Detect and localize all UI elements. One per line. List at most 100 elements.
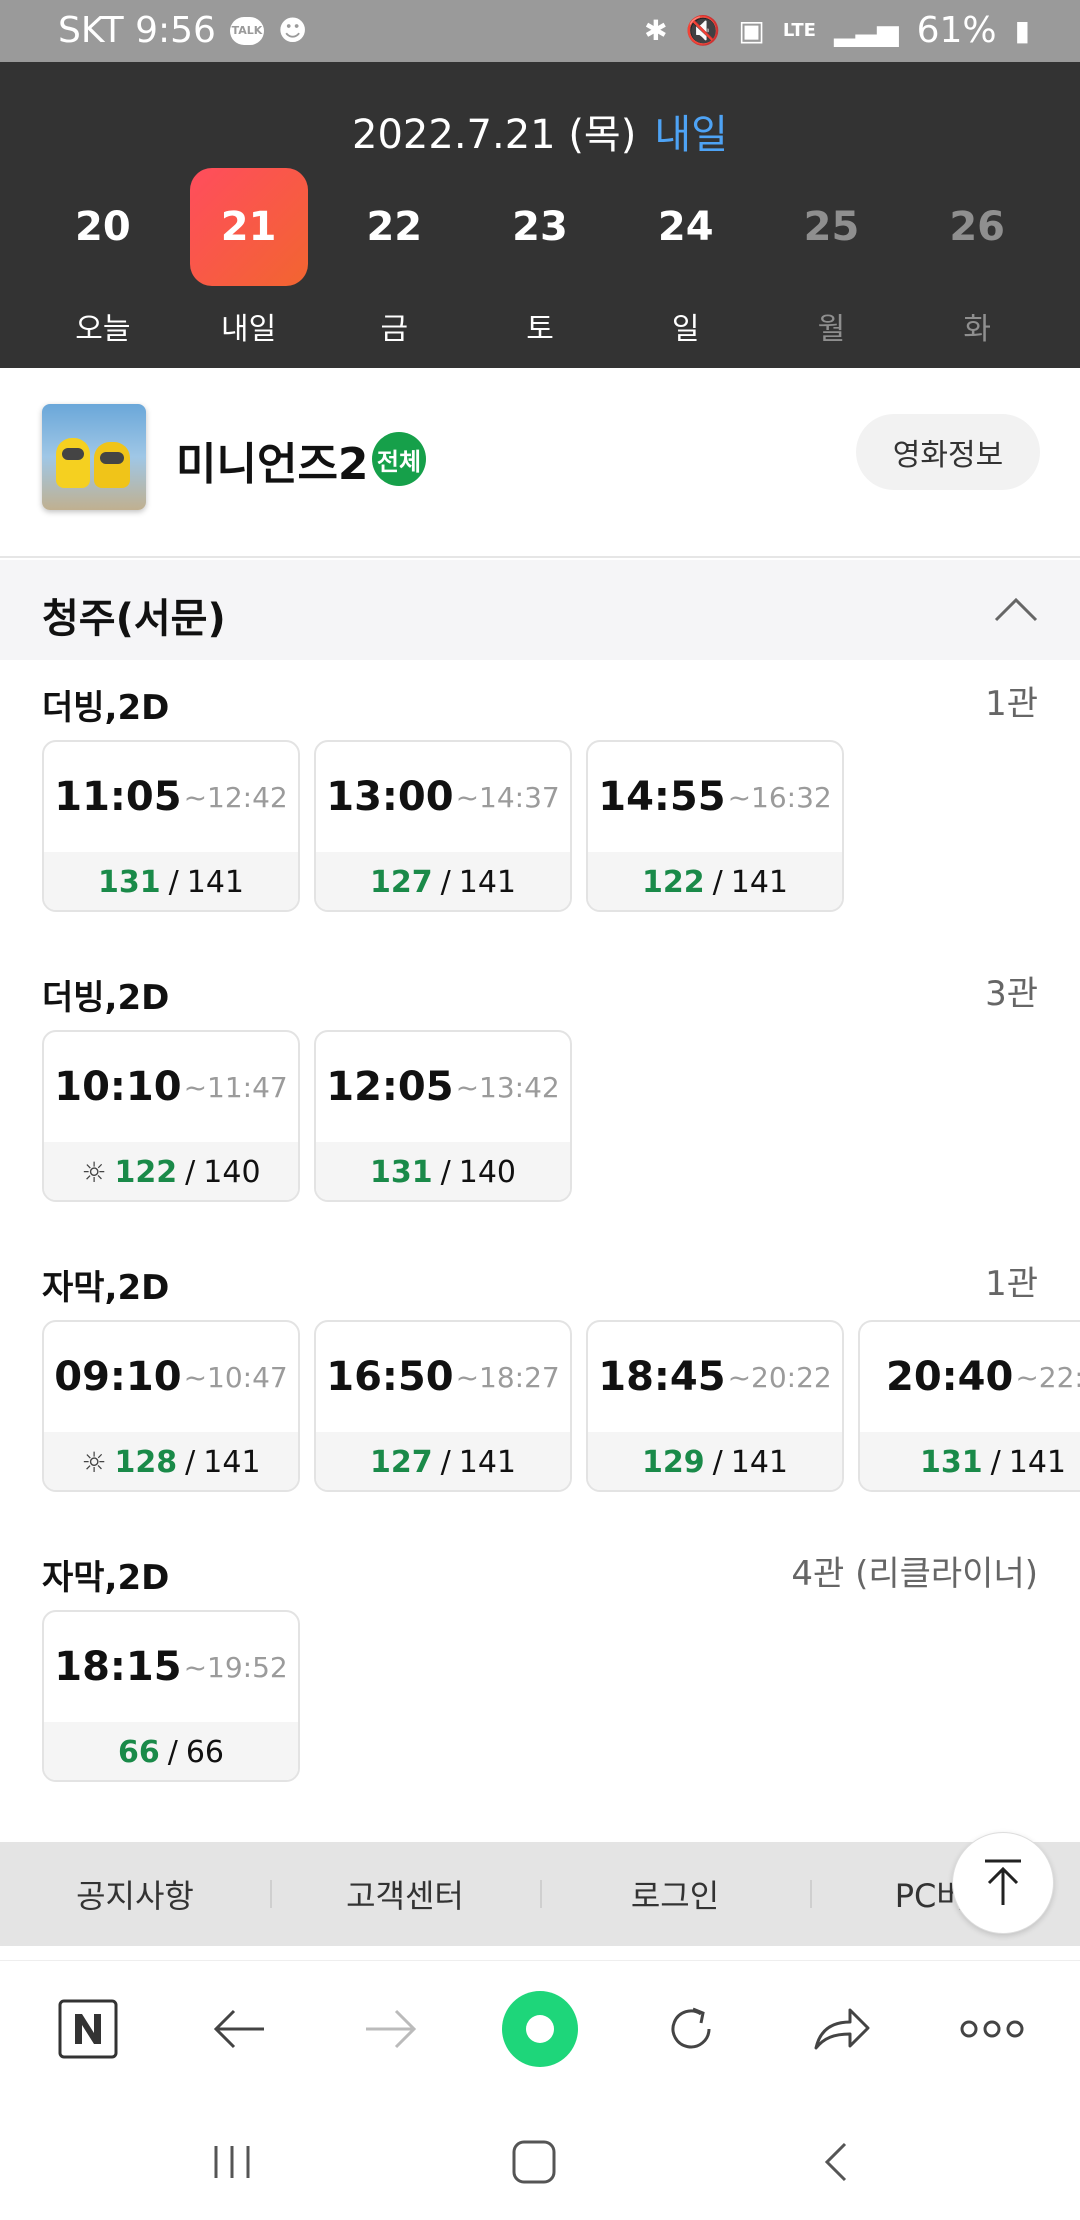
end-time: ~11:47: [183, 1070, 288, 1104]
person-icon: ☻: [277, 14, 308, 47]
hall-name: 4관 (리클라이너): [791, 1554, 1038, 1594]
day-label: 내일: [220, 312, 277, 347]
forward-arrow-icon: [366, 2009, 417, 2049]
morning-sun-icon: ☼: [81, 1445, 107, 1479]
kakao-talk-icon: TALK: [229, 16, 264, 45]
more-icon: [960, 2020, 1024, 2038]
back-button[interactable]: [200, 1989, 280, 2069]
naver-n-icon: [58, 1999, 118, 2059]
day-24[interactable]: 24 일: [613, 168, 759, 348]
date-header: 2022.7.21 (목) 내일 20 오늘 21 내일 22 금 23 토 24 일 25…: [0, 62, 1080, 368]
total-seats: 140: [203, 1154, 261, 1190]
back-arrow-icon: [213, 2009, 264, 2049]
battery-percent: 61%: [916, 10, 997, 51]
forward-button[interactable]: [350, 1989, 430, 2069]
poster-goggle: [100, 452, 124, 464]
share-button[interactable]: [802, 1989, 882, 2069]
day-number: 26: [949, 204, 1005, 250]
carrier-time: SKT 9:56: [58, 10, 216, 51]
reload-icon: [671, 2007, 711, 2049]
recents-button[interactable]: [202, 2132, 262, 2192]
selected-date-title: 2022.7.21 (목) 내일: [0, 102, 1080, 160]
mute-icon: 🔇: [685, 14, 721, 47]
day-number: 23: [512, 204, 568, 250]
scroll-to-top-button[interactable]: [952, 1832, 1054, 1934]
showtime-card[interactable]: 18:15 ~19:52 66/66: [42, 1610, 300, 1782]
day-26[interactable]: 26 화: [904, 168, 1050, 348]
end-time: ~12:42: [183, 780, 288, 814]
day-23[interactable]: 23 토: [467, 168, 613, 348]
showtime-card[interactable]: 11:05 ~12:42 131/141: [42, 740, 300, 912]
screening-format: 더빙,2D: [42, 688, 170, 728]
movie-header: 미니언즈2 전체 영화정보: [0, 368, 1080, 558]
movie-info-button[interactable]: 영화정보: [856, 414, 1040, 490]
start-time: 18:15: [54, 1644, 182, 1690]
battery-saver-icon: ▣: [738, 14, 765, 47]
notice-link[interactable]: 공지사항: [0, 1842, 270, 1946]
showtime-card[interactable]: 10:10 ~11:47 ☼ 122/140: [42, 1030, 300, 1202]
hall-name: 3관: [985, 974, 1038, 1014]
section-header: 더빙,2D 1관: [42, 676, 1038, 728]
total-seats: 66: [185, 1734, 225, 1770]
total-seats: 141: [203, 1444, 261, 1480]
battery-icon: ▮: [1014, 14, 1030, 47]
total-seats: 140: [458, 1154, 516, 1190]
showtime-card[interactable]: 16:50 ~18:27 127/141: [314, 1320, 572, 1492]
start-time: 10:10: [54, 1064, 182, 1110]
reload-button[interactable]: [651, 1989, 731, 2069]
showtime-card[interactable]: 18:45 ~20:22 129/141: [586, 1320, 844, 1492]
start-time: 11:05: [54, 774, 182, 820]
customer-center-link[interactable]: 고객센터: [270, 1842, 540, 1946]
day-label: 월: [817, 312, 846, 347]
movie-poster[interactable]: [42, 404, 146, 510]
showtime-card[interactable]: 14:55 ~16:32 122/141: [586, 740, 844, 912]
day-22[interactable]: 22 금: [321, 168, 467, 348]
day-20[interactable]: 20 오늘: [30, 168, 176, 348]
section-header: 자막,2D 4관 (리클라이너): [42, 1546, 1038, 1598]
morning-sun-icon: ☼: [81, 1155, 107, 1189]
showtime-card[interactable]: 13:00 ~14:37 127/141: [314, 740, 572, 912]
showtime-card[interactable]: 12:05 ~13:42 131/140: [314, 1030, 572, 1202]
day-21-selected[interactable]: 21 내일: [176, 168, 322, 348]
screening-format: 자막,2D: [42, 1558, 170, 1598]
arrow-up-icon: [985, 1859, 1021, 1905]
day-label: 금: [380, 312, 409, 347]
hall-name: 1관: [985, 1264, 1038, 1304]
available-seats: 131: [98, 864, 161, 900]
poster-figure: [94, 442, 130, 488]
available-seats: 66: [117, 1734, 160, 1770]
available-seats: 122: [114, 1154, 178, 1190]
start-time: 20:40: [886, 1354, 1014, 1400]
day-number: 22: [366, 204, 423, 250]
total-seats: 141: [458, 864, 516, 900]
total-seats: 141: [1008, 1444, 1066, 1480]
naver-home-button[interactable]: [48, 1989, 128, 2069]
total-seats: 141: [458, 1444, 516, 1480]
showtime-card[interactable]: 09:10 ~10:47 ☼ 128/141: [42, 1320, 300, 1492]
lte-icon: LTE: [782, 20, 816, 41]
start-time: 09:10: [54, 1354, 182, 1400]
day-label: 오늘: [75, 312, 131, 347]
end-time: ~22:17: [1015, 1360, 1080, 1394]
green-dot-button[interactable]: [500, 1989, 580, 2069]
poster-figure: [56, 438, 90, 488]
day-number: 24: [657, 204, 714, 250]
signal-icon: ▂▃▅: [833, 14, 899, 47]
poster-goggle: [62, 448, 84, 460]
system-back-button[interactable]: [806, 2132, 866, 2192]
status-left: SKT 9:56 TALK ☻: [58, 10, 307, 51]
available-seats: 131: [920, 1444, 983, 1480]
status-right: ✱ 🔇 ▣ LTE ▂▃▅ 61% ▮: [644, 10, 1030, 51]
more-button[interactable]: [952, 1989, 1032, 2069]
available-seats: 131: [370, 1154, 433, 1190]
start-time: 18:45: [598, 1354, 726, 1400]
showtime-card[interactable]: 20:40~22:17 131/141: [858, 1320, 1080, 1492]
chevron-up-icon[interactable]: [994, 594, 1038, 624]
login-link[interactable]: 로그인: [540, 1842, 810, 1946]
day-label: 화: [963, 312, 991, 347]
theater-region-header[interactable]: 청주(서문): [0, 560, 1080, 660]
total-seats: 141: [186, 864, 244, 900]
home-button[interactable]: [504, 2132, 564, 2192]
end-time: ~10:47: [183, 1360, 288, 1394]
day-25[interactable]: 25 월: [759, 168, 905, 348]
